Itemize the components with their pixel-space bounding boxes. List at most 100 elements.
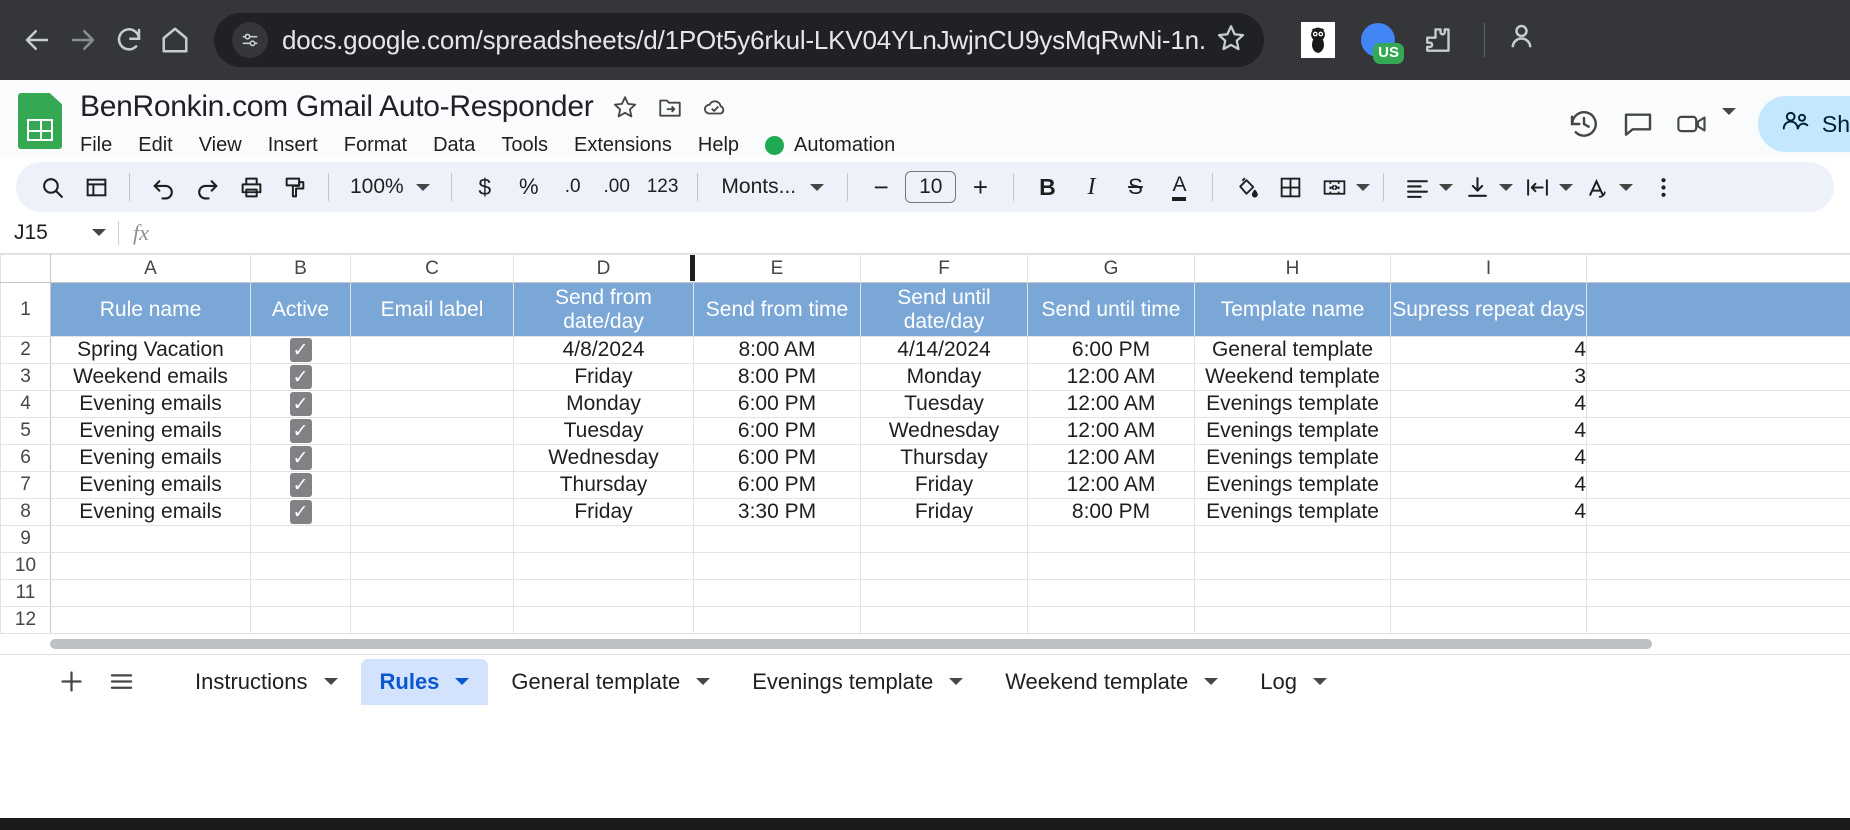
cell-empty[interactable] — [1027, 552, 1195, 580]
cell-overflow[interactable] — [1586, 336, 1850, 364]
cell-template-name[interactable]: Weekend template — [1194, 363, 1391, 391]
cell-email-label[interactable] — [350, 471, 514, 499]
active-checkbox[interactable]: ✓ — [289, 365, 312, 390]
cell-send-until-day[interactable]: Friday — [860, 471, 1028, 499]
cell-active[interactable]: ✓ — [250, 363, 351, 391]
cell-empty[interactable] — [1390, 579, 1587, 607]
cell-send-from-time[interactable]: 8:00 AM — [693, 336, 861, 364]
active-checkbox[interactable]: ✓ — [289, 473, 312, 498]
cell-empty[interactable] — [513, 552, 694, 580]
chevron-down-icon[interactable] — [323, 678, 338, 685]
zoom-selector[interactable]: 100% — [342, 175, 438, 199]
add-sheet-icon[interactable] — [48, 659, 94, 705]
cell-empty[interactable] — [250, 525, 351, 553]
cell-send-from-time[interactable]: 6:00 PM — [693, 417, 861, 445]
cell-empty[interactable] — [693, 579, 861, 607]
cell-overflow[interactable] — [1586, 471, 1850, 499]
active-checkbox[interactable]: ✓ — [289, 419, 312, 444]
merge-cells-button[interactable] — [1314, 167, 1371, 207]
cell-send-from-time[interactable]: 3:30 PM — [693, 498, 861, 526]
cell-empty[interactable] — [350, 525, 514, 553]
star-icon[interactable] — [612, 94, 638, 120]
font-size-input[interactable]: 10 — [905, 171, 957, 203]
cell-template-name[interactable]: Evenings template — [1194, 390, 1391, 418]
decrease-font-size-button[interactable]: − — [861, 167, 901, 207]
column-header-h[interactable]: H — [1194, 254, 1391, 283]
currency-format-button[interactable]: $ — [465, 167, 505, 207]
cell-empty[interactable] — [350, 579, 514, 607]
decrease-decimal-button[interactable]: .0 — [553, 167, 593, 207]
sheet-tab-rules[interactable]: Rules — [360, 658, 489, 705]
sheet-tab-log[interactable]: Log — [1241, 659, 1346, 705]
cell-suppress-days[interactable]: 4 — [1390, 471, 1587, 499]
cell-empty[interactable] — [1586, 552, 1850, 580]
cell-email-label[interactable] — [350, 363, 514, 391]
cell-suppress-days[interactable]: 3 — [1390, 363, 1587, 391]
cell-email-label[interactable] — [350, 498, 514, 526]
text-rotation-button[interactable] — [1577, 167, 1634, 207]
cell-send-until-day[interactable]: Friday — [860, 498, 1028, 526]
cell-email-label[interactable] — [350, 390, 514, 418]
cell-active[interactable]: ✓ — [250, 471, 351, 499]
cell-overflow[interactable] — [1586, 417, 1850, 445]
header-email-label[interactable]: Email label — [350, 282, 514, 337]
print-icon[interactable] — [231, 167, 271, 207]
menu-extensions[interactable]: Extensions — [574, 134, 672, 157]
cell-send-until-time[interactable]: 12:00 AM — [1027, 444, 1195, 472]
cell-rule-name[interactable]: Evening emails — [50, 417, 251, 445]
column-header-overflow[interactable] — [1586, 254, 1850, 283]
sheet-tab-weekend-template[interactable]: Weekend template — [986, 659, 1237, 705]
cell-send-from-day[interactable]: 4/8/2024 — [513, 336, 694, 364]
cell-empty[interactable] — [513, 525, 694, 553]
active-checkbox[interactable]: ✓ — [289, 500, 312, 525]
chevron-down-icon[interactable] — [949, 678, 964, 685]
cell-active[interactable]: ✓ — [250, 498, 351, 526]
cell-send-until-time[interactable]: 12:00 AM — [1027, 363, 1195, 391]
header-send-from-day[interactable]: Send from date/day — [513, 282, 694, 337]
site-settings-icon[interactable] — [232, 22, 268, 58]
cell-empty[interactable] — [1027, 579, 1195, 607]
profile-avatar-icon[interactable]: US — [1358, 20, 1404, 64]
cell-suppress-days[interactable]: 4 — [1390, 390, 1587, 418]
cell-suppress-days[interactable]: 4 — [1390, 498, 1587, 526]
cell-empty[interactable] — [1194, 579, 1391, 607]
cell-rule-name[interactable]: Weekend emails — [50, 363, 251, 391]
header-send-until-time[interactable]: Send until time — [1027, 282, 1195, 337]
cell-empty[interactable] — [250, 606, 351, 634]
font-family-selector[interactable]: Monts... — [711, 175, 834, 199]
cell-email-label[interactable] — [350, 417, 514, 445]
cell-empty[interactable] — [50, 525, 251, 553]
text-color-button[interactable]: A — [1159, 167, 1199, 207]
column-header-i[interactable]: I — [1390, 254, 1587, 283]
cell-send-until-time[interactable]: 12:00 AM — [1027, 417, 1195, 445]
cell-active[interactable]: ✓ — [250, 417, 351, 445]
cell-empty[interactable] — [693, 606, 861, 634]
chevron-down-icon[interactable] — [696, 678, 711, 685]
sheet-tab-evenings-template[interactable]: Evenings template — [733, 659, 982, 705]
chevron-down-icon[interactable] — [455, 678, 470, 685]
cell-send-from-day[interactable]: Tuesday — [513, 417, 694, 445]
cell-active[interactable]: ✓ — [250, 390, 351, 418]
drive-status-cloud-icon[interactable] — [702, 94, 728, 120]
cell-empty[interactable] — [1194, 606, 1391, 634]
cell-empty[interactable] — [1586, 525, 1850, 553]
menu-insert[interactable]: Insert — [268, 134, 318, 157]
cell-suppress-days[interactable]: 4 — [1390, 336, 1587, 364]
cell-empty[interactable] — [513, 606, 694, 634]
active-checkbox[interactable]: ✓ — [289, 338, 312, 363]
profile-menu-button[interactable] — [1511, 21, 1539, 59]
cell-empty[interactable] — [513, 579, 694, 607]
cell-send-from-day[interactable]: Thursday — [513, 471, 694, 499]
cell-email-label[interactable] — [350, 336, 514, 364]
row-header-1[interactable]: 1 — [0, 282, 51, 337]
row-header[interactable]: 12 — [0, 606, 51, 634]
cell-template-name[interactable]: Evenings template — [1194, 471, 1391, 499]
cell-rule-name[interactable]: Spring Vacation — [50, 336, 251, 364]
row-header[interactable]: 2 — [0, 336, 51, 364]
cell-send-from-day[interactable]: Friday — [513, 363, 694, 391]
menu-data[interactable]: Data — [433, 134, 475, 157]
row-header[interactable]: 9 — [0, 525, 51, 553]
row-header[interactable]: 4 — [0, 390, 51, 418]
header-rule-name[interactable]: Rule name — [50, 282, 251, 337]
version-history-icon[interactable] — [1568, 108, 1600, 140]
